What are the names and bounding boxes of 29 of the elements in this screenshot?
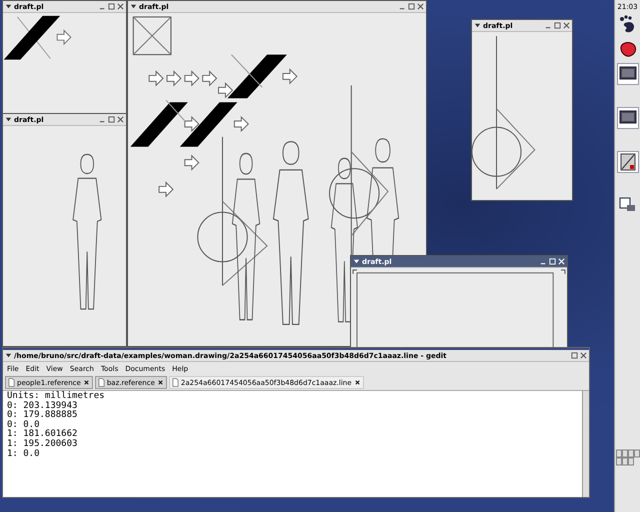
- window-menu-icon[interactable]: [5, 116, 12, 123]
- text-line: 0: 203.139943: [7, 402, 78, 411]
- close-icon[interactable]: [82, 379, 90, 386]
- text-line: Units: millimetres: [7, 392, 106, 401]
- maximize-icon[interactable]: [108, 3, 115, 10]
- scrollbar[interactable]: [582, 391, 589, 497]
- workspace-pager-icon[interactable]: [616, 448, 640, 468]
- document-icon: [98, 378, 105, 387]
- text-line: 1: 195.200603: [7, 440, 78, 449]
- window-menu-icon[interactable]: [5, 352, 12, 359]
- window-menu-icon[interactable]: [5, 3, 12, 10]
- close-icon[interactable]: [156, 379, 164, 386]
- text-line: 1: 181.601662: [7, 430, 78, 440]
- line-drawing: [4, 16, 72, 60]
- text-line: 1: 0.0: [7, 450, 41, 460]
- document-icon: [8, 378, 15, 387]
- window-menu-icon[interactable]: [474, 22, 481, 29]
- maximize-icon[interactable]: [554, 22, 561, 29]
- text-line: 0: 0.0: [7, 420, 40, 430]
- monitor-icon[interactable]: [616, 107, 638, 129]
- maximize-icon[interactable]: [408, 3, 415, 10]
- window-menu-icon[interactable]: [353, 258, 360, 265]
- maximize-icon[interactable]: [108, 116, 115, 123]
- close-icon[interactable]: [354, 379, 361, 386]
- monitor-icon[interactable]: [616, 63, 638, 85]
- maximize-icon[interactable]: [571, 352, 578, 359]
- document-icon: [172, 378, 179, 387]
- window-menu-icon[interactable]: [130, 3, 137, 10]
- text-line: 0: 179.888885: [7, 411, 78, 420]
